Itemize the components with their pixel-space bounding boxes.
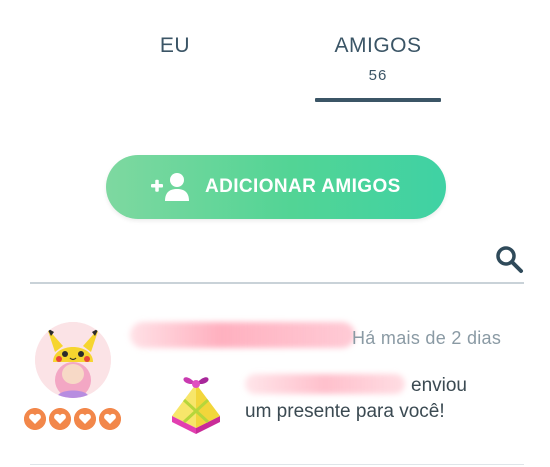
friends-screen: EU AMIGOS 56 ADICIONAR AMIGOS Há mais de…	[0, 0, 550, 467]
tab-me-label: EU	[159, 34, 191, 57]
tab-bar: EU AMIGOS 56	[0, 0, 550, 110]
friendship-level	[24, 408, 121, 430]
heart-icon	[24, 408, 46, 430]
friends-count: 56	[368, 67, 388, 84]
heart-icon	[49, 408, 71, 430]
gift-message: um presente para você!	[245, 401, 445, 422]
active-tab-indicator	[315, 98, 441, 102]
heart-icon	[99, 408, 121, 430]
last-interaction: Há mais de 2 dias	[352, 328, 502, 348]
add-friends-button[interactable]: ADICIONAR AMIGOS	[106, 155, 446, 219]
redacted-sender-name	[245, 374, 405, 394]
redacted-trainer-name	[130, 322, 355, 348]
pikachu-hat-avatar-icon	[35, 322, 111, 398]
add-friends-label: ADICIONAR AMIGOS	[205, 176, 401, 197]
friend-list-item[interactable]: Há mais de 2 dias enviou um presente par…	[0, 300, 550, 465]
tab-friends[interactable]: AMIGOS 56	[315, 34, 441, 84]
add-person-icon	[151, 173, 189, 201]
heart-icon	[74, 408, 96, 430]
tab-me[interactable]: EU	[120, 34, 230, 58]
gift-message-verb: enviou	[411, 375, 467, 396]
search-icon[interactable]	[494, 244, 524, 274]
tab-friends-label: AMIGOS	[334, 34, 422, 57]
row-divider	[30, 464, 524, 465]
list-divider	[30, 282, 524, 284]
avatar-illustration	[35, 322, 111, 398]
gift-icon[interactable]	[160, 364, 232, 436]
